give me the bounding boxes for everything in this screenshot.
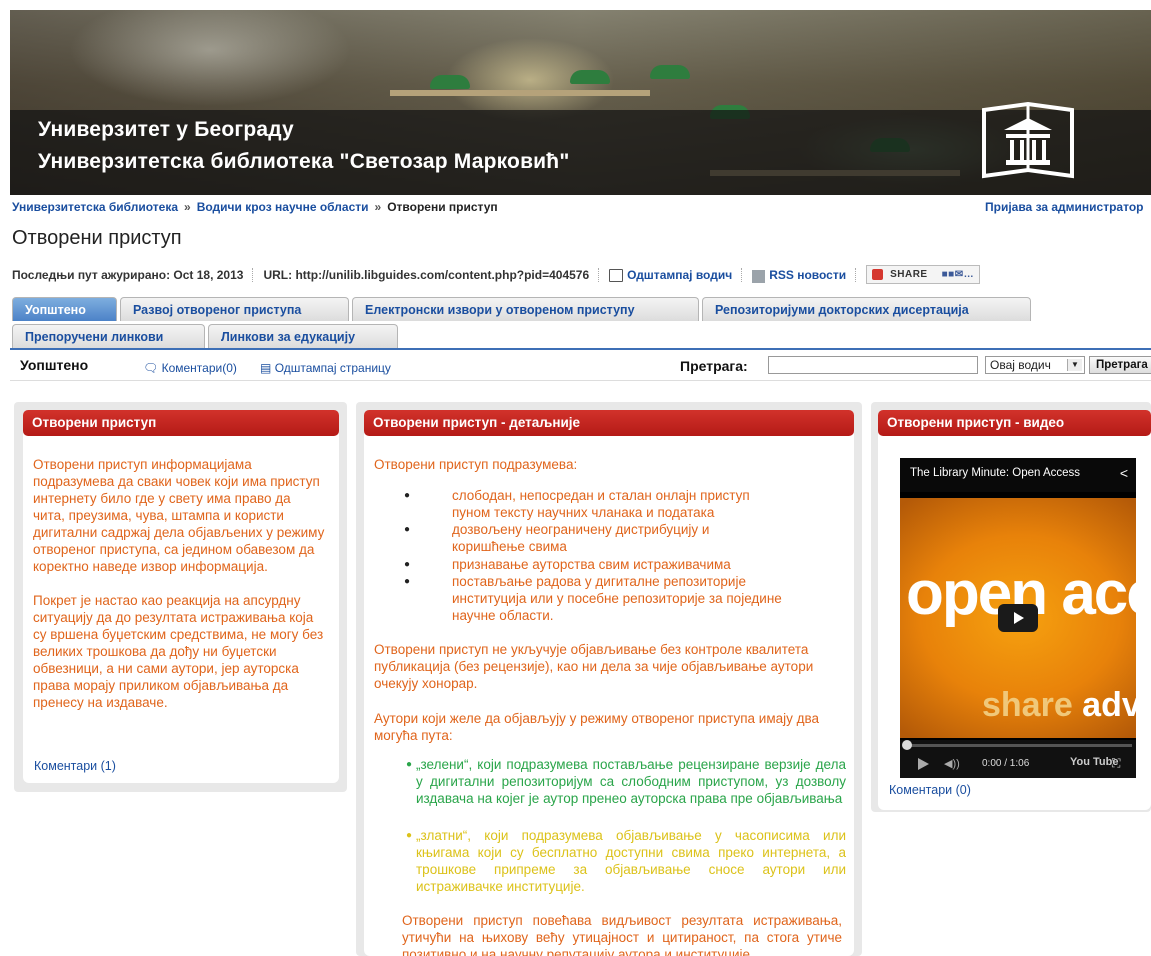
page-title: Отворени приступ <box>12 227 182 249</box>
tab-dissertation-repositories[interactable]: Репозиторијуми докторских дисертација <box>702 297 1031 321</box>
breadcrumb-separator: » <box>184 200 191 214</box>
page: Универзитет у Београду Универзитетска би… <box>0 0 1151 956</box>
print-icon: ▤ <box>260 361 272 375</box>
comment-icon: 🗨 <box>143 361 159 375</box>
box-title: Отворени приступ <box>23 410 339 436</box>
breadcrumb-separator: » <box>374 200 382 214</box>
paragraph: Покрет је настао као реакција на апсурдн… <box>33 593 324 710</box>
divider <box>252 267 254 282</box>
paragraph: Отворени приступ повећава видљивост резу… <box>402 913 842 956</box>
list-item-text: „златни“, који подразумева објављивање у… <box>416 828 846 894</box>
breadcrumb-guides[interactable]: Водичи кроз научне области <box>197 200 369 214</box>
video-title[interactable]: The Library Minute: Open Access <box>910 467 1080 479</box>
chevron-down-icon: ▼ <box>1067 359 1082 371</box>
search-button[interactable]: Претрага <box>1089 356 1151 374</box>
comments-link[interactable]: Коментари (1) <box>34 759 116 773</box>
breadcrumb-current: Отворени приступ <box>387 200 498 214</box>
gold-route-item: ● „златни“, који подразумева објављивање … <box>406 827 846 895</box>
tab-recommended-links[interactable]: Препоручени линкови <box>12 324 205 348</box>
admin-login-link[interactable]: Пријава за администратор <box>985 200 1143 214</box>
university-name: Универзитет у Београду <box>38 118 294 141</box>
video-frame-text-part: share <box>982 686 1073 724</box>
search-label: Претрага: <box>680 358 748 374</box>
rss-icon <box>752 270 766 283</box>
tab-oa-e-resources[interactable]: Електронски извори у отвореном приступу <box>352 297 699 321</box>
search-scope-select[interactable]: Овај водич ▼ <box>985 356 1085 374</box>
play-icon[interactable] <box>918 758 929 770</box>
divider <box>598 267 600 282</box>
list-item-text: дозвољену неограничену дистрибуцију и ко… <box>452 522 710 554</box>
list-item-text: постављање радова у дигиталне репозитори… <box>452 574 782 623</box>
bullet: ● <box>404 524 411 535</box>
print-page-link[interactable]: ▤ Одштампај страницу <box>260 361 391 375</box>
library-name: Универзитетска библиотека "Светозар Марк… <box>38 150 570 173</box>
desk-decoration <box>390 90 650 96</box>
green-route-item: ● „зелени“, који подразумева постављање р… <box>406 756 846 807</box>
box-open-access-text: Отворени приступ информацијама подразуме… <box>33 456 325 711</box>
video-frame-text: share adva <box>982 686 1136 725</box>
progress-bar[interactable] <box>904 744 1132 747</box>
bullet: ● <box>406 830 413 841</box>
bullet: ● <box>404 490 411 501</box>
video-player[interactable]: open acc share adva The Library Minute: … <box>900 458 1136 778</box>
paragraph: Отворени приступ не укључује објављивање… <box>374 642 814 691</box>
box-title: Отворени приступ - видео <box>878 410 1151 436</box>
paragraph: Аутори који желе да објављују у режиму о… <box>374 711 820 743</box>
page-toolbar: Уопштено 🗨 Коментари(0) ▤ Одштампај стра… <box>10 352 1151 378</box>
lamp-decoration <box>430 75 470 89</box>
social-icons: ■■✉… <box>941 269 975 280</box>
play-button[interactable] <box>998 604 1038 632</box>
lamp-decoration <box>570 70 610 84</box>
volume-icon[interactable]: ◀)) <box>944 757 960 770</box>
breadcrumb-library[interactable]: Универзитетска библиотека <box>12 200 178 214</box>
list-item: ● постављање радова у дигиталне репозитор… <box>404 573 784 624</box>
share-label: SHARE <box>890 269 928 280</box>
box-title: Отворени приступ - детаљније <box>364 410 854 436</box>
list-item-text: признавање ауторства свим истраживачима <box>452 557 731 572</box>
print-guide-link[interactable]: Одштампај водич <box>627 268 732 282</box>
video-frame-text-part: adva <box>1082 686 1136 724</box>
share-icon <box>872 269 884 280</box>
list-item: ● слободан, непосредан и сталан онлајн пр… <box>404 487 784 521</box>
video-time: 0:00 / 1:06 <box>982 758 1030 769</box>
share-button[interactable]: SHARE ■■✉… <box>866 265 981 284</box>
header-banner: Универзитет у Београду Универзитетска би… <box>10 10 1151 195</box>
toolbar-divider <box>10 380 1151 381</box>
comments-label: Коментари(0) <box>161 361 237 375</box>
paragraph: Отворени приступ информацијама подразуме… <box>33 457 325 574</box>
progress-handle[interactable] <box>902 740 912 750</box>
guide-url: URL: http://unilib.libguides.com/content… <box>263 267 590 282</box>
print-icon <box>609 269 624 282</box>
list-item: ● признавање ауторства свим истраживачима <box>404 556 784 573</box>
list-item: ● дозвољену неограничену дистрибуцију и к… <box>404 521 784 555</box>
library-logo-icon <box>982 102 1074 179</box>
lamp-decoration <box>650 65 690 79</box>
divider <box>741 267 743 282</box>
divider <box>855 267 857 282</box>
guide-meta-bar: Последњи пут ажурирано: Oct 18, 2013 URL… <box>12 265 981 284</box>
tab-general[interactable]: Уопштено <box>12 297 117 321</box>
list-item-text: „зелени“, који подразумева постављање ре… <box>416 757 846 806</box>
print-page-label: Одштампај страницу <box>274 361 391 375</box>
rss-link[interactable]: RSS новости <box>769 268 846 282</box>
search-scope-value: Овај водич <box>990 358 1051 372</box>
share-icon[interactable]: < <box>1120 465 1128 481</box>
page-heading: Уопштено <box>20 357 89 373</box>
search-input[interactable] <box>768 356 978 374</box>
list-item-text: слободан, непосредан и сталан онлајн при… <box>452 488 750 520</box>
bullet: ● <box>404 576 411 587</box>
breadcrumb: Универзитетска библиотека » Водичи кроз на… <box>12 200 498 214</box>
intro-text: Отворени приступ подразумева: <box>374 457 578 472</box>
comments-link[interactable]: Коментари (0) <box>889 783 971 797</box>
last-updated: Последњи пут ажурирано: Oct 18, 2013 <box>12 267 244 282</box>
tab-underline <box>10 348 1151 350</box>
fullscreen-icon[interactable]: ⛶ <box>1112 756 1120 771</box>
bullet: ● <box>406 759 413 770</box>
tab-oa-development[interactable]: Развој отвореног приступа <box>120 297 349 321</box>
comments-link[interactable]: 🗨 Коментари(0) <box>143 361 237 375</box>
bullet: ● <box>404 559 411 570</box>
tab-education-links[interactable]: Линкови за едукацију <box>208 324 398 348</box>
